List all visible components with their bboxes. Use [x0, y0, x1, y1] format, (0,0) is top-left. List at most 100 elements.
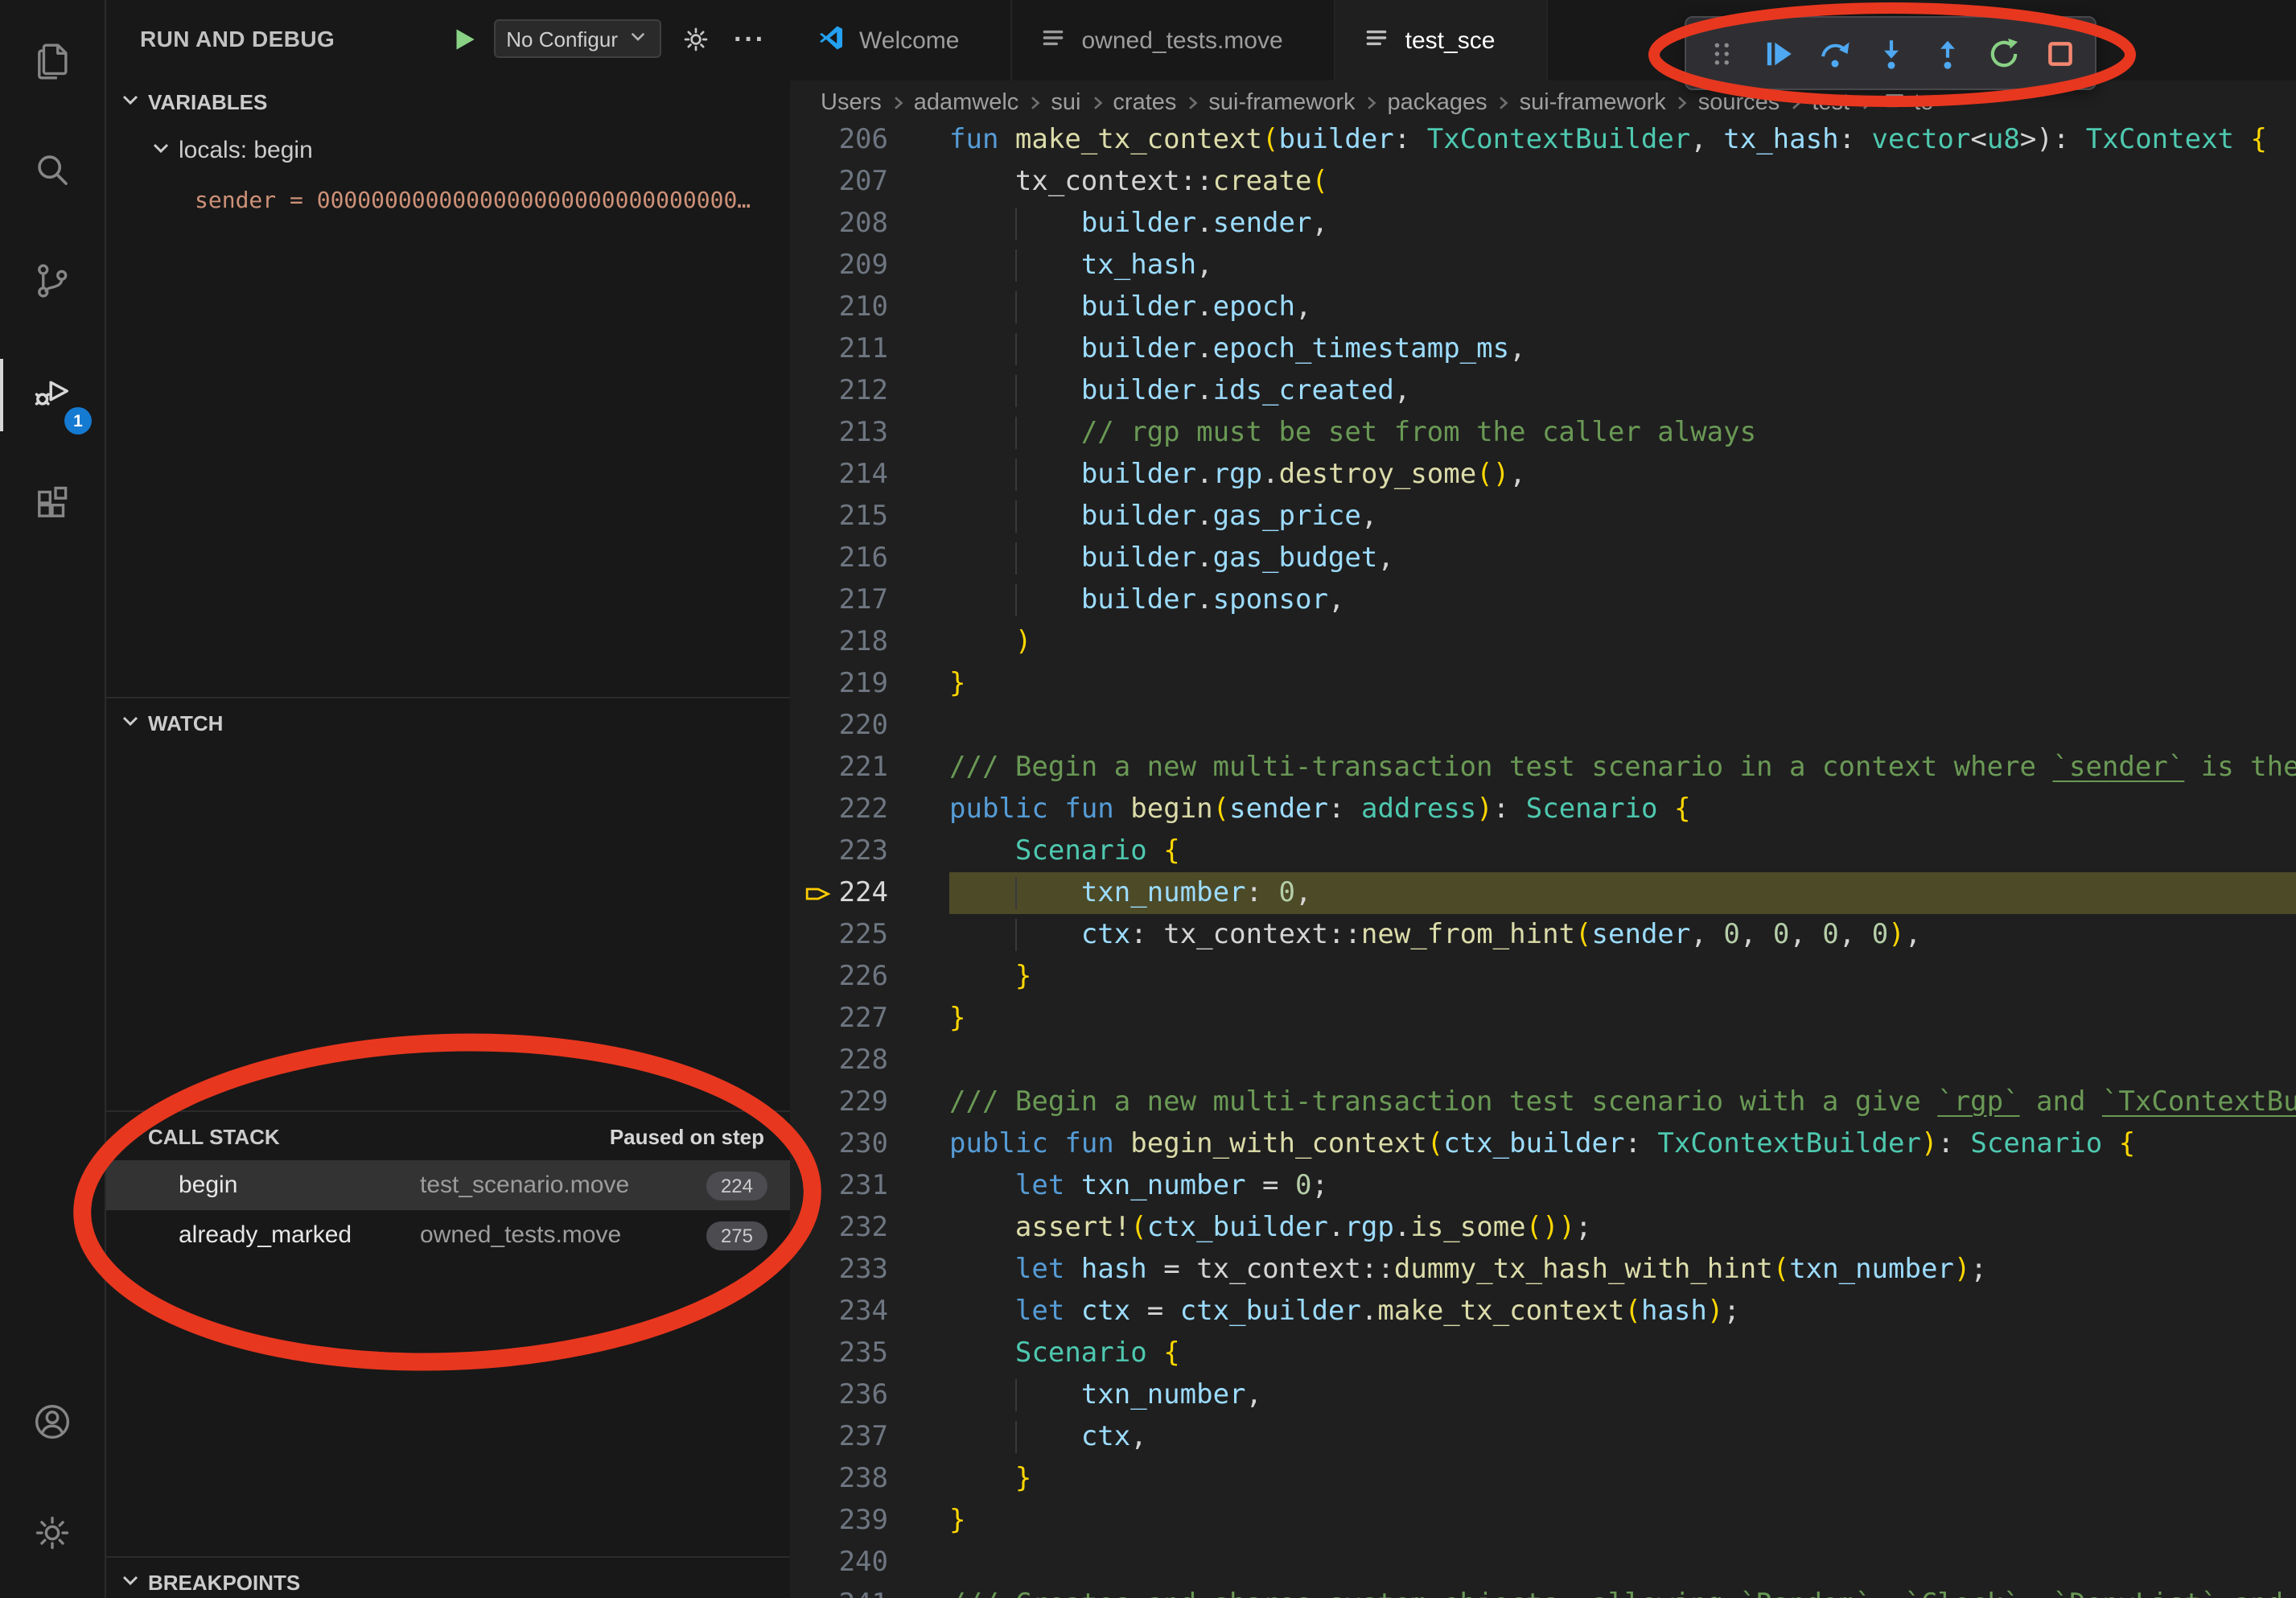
line-number[interactable]: 227 — [839, 998, 888, 1040]
start-debugging-button[interactable] — [443, 18, 485, 60]
code-line[interactable]: 228 — [790, 1040, 2296, 1081]
code-line[interactable]: 220 — [790, 705, 2296, 747]
line-number[interactable]: 240 — [839, 1542, 888, 1584]
line-number[interactable]: 236 — [839, 1374, 888, 1416]
debug-gear-icon[interactable] — [674, 18, 716, 60]
code-line[interactable]: 215 builder.gas_price, — [790, 496, 2296, 537]
line-number[interactable]: 237 — [839, 1416, 888, 1458]
activity-item-settings[interactable] — [0, 1481, 105, 1592]
breadcrumb-item[interactable]: sui-framework — [1208, 90, 1355, 116]
code-line[interactable]: 227} — [790, 998, 2296, 1040]
line-number[interactable]: 219 — [839, 663, 888, 705]
line-number[interactable]: 234 — [839, 1291, 888, 1332]
variables-section-header[interactable]: VARIABLES — [106, 77, 790, 126]
breadcrumb-item[interactable]: sui-framework — [1520, 90, 1666, 116]
gutter[interactable]: 217 — [790, 579, 949, 621]
breadcrumb-item[interactable]: test — [1812, 90, 1850, 116]
gutter[interactable]: 231 — [790, 1165, 949, 1207]
code-line[interactable]: 217 builder.sponsor, — [790, 579, 2296, 621]
code-line[interactable]: 210 builder.epoch, — [790, 286, 2296, 328]
line-number[interactable]: 217 — [839, 579, 888, 621]
gutter[interactable]: 237 — [790, 1416, 949, 1458]
line-number[interactable]: 233 — [839, 1249, 888, 1291]
line-number[interactable]: 232 — [839, 1207, 888, 1249]
line-number[interactable]: 235 — [839, 1332, 888, 1374]
breakpoints-section-header[interactable]: BREAKPOINTS — [106, 1558, 790, 1598]
gutter[interactable]: 236 — [790, 1374, 949, 1416]
restart-button[interactable] — [1977, 26, 2029, 80]
gutter[interactable]: 226 — [790, 956, 949, 998]
code-line[interactable]: 225 ctx: tx_context::new_from_hint(sende… — [790, 914, 2296, 956]
stack-frame[interactable]: begin test_scenario.move 224 — [106, 1160, 790, 1210]
code-line[interactable]: 237 ctx, — [790, 1416, 2296, 1458]
line-number[interactable]: 212 — [839, 370, 888, 412]
gutter[interactable]: 241 — [790, 1584, 949, 1598]
gutter[interactable]: 227 — [790, 998, 949, 1040]
code-line[interactable]: 234 let ctx = ctx_builder.make_tx_contex… — [790, 1291, 2296, 1332]
gutter[interactable]: 214 — [790, 454, 949, 496]
breadcrumb-item[interactable]: adamwelc — [914, 90, 1019, 116]
gutter[interactable]: 219 — [790, 663, 949, 705]
activity-item-run-and-debug[interactable]: 1 — [0, 340, 105, 451]
watch-section-header[interactable]: WATCH — [106, 698, 790, 747]
line-number[interactable]: 209 — [839, 245, 888, 286]
code-line[interactable]: 211 builder.epoch_timestamp_ms, — [790, 328, 2296, 370]
breadcrumb-item[interactable]: sui — [1051, 90, 1080, 116]
line-number[interactable]: 231 — [839, 1165, 888, 1207]
gutter[interactable]: 222 — [790, 789, 949, 830]
activity-item-extensions[interactable] — [0, 451, 105, 562]
gutter[interactable]: 208 — [790, 203, 949, 245]
gutter[interactable]: 229 — [790, 1081, 949, 1123]
line-number[interactable]: 239 — [839, 1500, 888, 1542]
tab-test-scenario[interactable]: test_sce — [1336, 0, 1549, 80]
breadcrumb-item[interactable]: sources — [1698, 90, 1780, 116]
gutter[interactable]: 216 — [790, 537, 949, 579]
code-line[interactable]: 219} — [790, 663, 2296, 705]
code-line[interactable]: 212 builder.ids_created, — [790, 370, 2296, 412]
gutter[interactable]: 225 — [790, 914, 949, 956]
line-number[interactable]: 221 — [839, 747, 888, 789]
code-line[interactable]: 229/// Begin a new multi-transaction tes… — [790, 1081, 2296, 1123]
continue-button[interactable] — [1752, 26, 1804, 80]
call-stack-section-header[interactable]: CALL STACK Paused on step — [106, 1112, 790, 1160]
code-line[interactable]: 209 tx_hash, — [790, 245, 2296, 286]
line-number[interactable]: 226 — [839, 956, 888, 998]
line-number[interactable]: 220 — [839, 705, 888, 747]
code-line[interactable]: 208 builder.sender, — [790, 203, 2296, 245]
line-number[interactable]: 229 — [839, 1081, 888, 1123]
line-number[interactable]: 218 — [839, 621, 888, 663]
step-over-button[interactable] — [1808, 26, 1860, 80]
code-line[interactable]: 226 } — [790, 956, 2296, 998]
variables-scope-row[interactable]: locals: begin — [106, 126, 790, 175]
code-line[interactable]: 236 txn_number, — [790, 1374, 2296, 1416]
gutter[interactable]: 211 — [790, 328, 949, 370]
code-line[interactable]: 222public fun begin(sender: address): Sc… — [790, 789, 2296, 830]
gutter[interactable]: 230 — [790, 1123, 949, 1165]
gutter[interactable]: 232 — [790, 1207, 949, 1249]
variable-row[interactable]: sender = 0000000000000000000000000000000… — [106, 175, 790, 225]
code-line[interactable]: 224 txn_number: 0, — [790, 872, 2296, 914]
gutter[interactable]: 238 — [790, 1458, 949, 1500]
stop-button[interactable] — [2034, 26, 2085, 80]
activity-item-explorer[interactable] — [0, 6, 105, 117]
code-line[interactable]: 232 assert!(ctx_builder.rgp.is_some()); — [790, 1207, 2296, 1249]
code-line[interactable]: 231 let txn_number = 0; — [790, 1165, 2296, 1207]
code-line[interactable]: 240 — [790, 1542, 2296, 1584]
gutter[interactable]: 221 — [790, 747, 949, 789]
line-number[interactable]: 210 — [839, 286, 888, 328]
gutter[interactable]: 228 — [790, 1040, 949, 1081]
code-line[interactable]: 230public fun begin_with_context(ctx_bui… — [790, 1123, 2296, 1165]
code-line[interactable]: 207 tx_context::create( — [790, 161, 2296, 203]
code-line[interactable]: 213 // rgp must be set from the caller a… — [790, 412, 2296, 454]
code-line[interactable]: 221/// Begin a new multi-transaction tes… — [790, 747, 2296, 789]
line-number[interactable]: 216 — [839, 537, 888, 579]
code-line[interactable]: 218 ) — [790, 621, 2296, 663]
debug-config-dropdown[interactable]: No Configur — [493, 19, 661, 58]
code-line[interactable]: 223 Scenario { — [790, 830, 2296, 872]
code-line[interactable]: 233 let hash = tx_context::dummy_tx_hash… — [790, 1249, 2296, 1291]
line-number[interactable]: 222 — [839, 789, 888, 830]
gutter[interactable]: 224 — [790, 872, 949, 914]
activity-item-source-control[interactable] — [0, 229, 105, 340]
gutter[interactable]: 240 — [790, 1542, 949, 1584]
code-line[interactable]: 214 builder.rgp.destroy_some(), — [790, 454, 2296, 496]
